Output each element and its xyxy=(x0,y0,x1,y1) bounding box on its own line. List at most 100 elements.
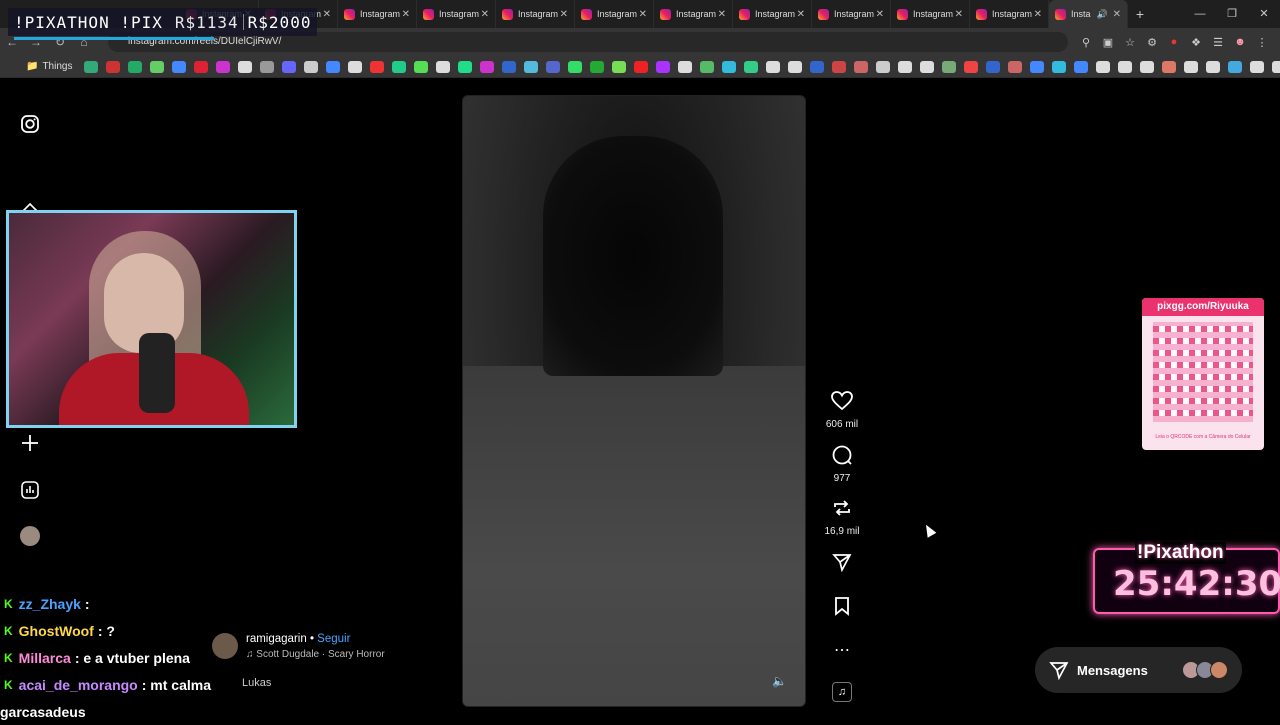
bookmark-favicon-icon[interactable] xyxy=(436,60,451,73)
bookmark-favicon-icon[interactable] xyxy=(546,60,561,73)
tab-close-icon[interactable]: ✕ xyxy=(1113,9,1121,20)
like-button[interactable]: 606 mil xyxy=(820,391,864,430)
tab-close-icon[interactable]: ✕ xyxy=(797,9,805,20)
bookmark-favicon-icon[interactable] xyxy=(414,60,429,73)
browser-tab[interactable]: Instagram✕ xyxy=(338,0,417,28)
browser-tab[interactable]: Instagram✕ xyxy=(496,0,575,28)
bookmark-favicon-icon[interactable] xyxy=(238,60,253,73)
follow-button[interactable]: Seguir xyxy=(317,633,350,645)
tab-close-icon[interactable]: ✕ xyxy=(639,9,647,20)
extensions-puzzle-icon[interactable]: ❖ xyxy=(1188,36,1204,49)
maximize-icon[interactable]: ❐ xyxy=(1216,0,1248,28)
bookmark-favicon-icon[interactable] xyxy=(524,60,539,73)
bookmark-favicon-icon[interactable] xyxy=(216,60,231,73)
repost-button[interactable]: 16,9 mil xyxy=(820,498,864,537)
bookmark-favicon-icon[interactable] xyxy=(634,60,649,73)
bookmark-favicon-icon[interactable] xyxy=(348,60,363,73)
bookmark-favicon-icon[interactable] xyxy=(766,60,781,73)
bookmark-favicon-icon[interactable] xyxy=(1118,60,1133,73)
bookmark-favicon-icon[interactable] xyxy=(788,60,803,73)
profile-avatar[interactable] xyxy=(19,525,41,547)
bookmark-favicon-icon[interactable] xyxy=(898,60,913,73)
extension-red-icon[interactable]: ● xyxy=(1166,36,1182,48)
bookmark-favicon-icon[interactable] xyxy=(128,60,143,73)
create-plus-icon[interactable] xyxy=(19,432,41,454)
tab-close-icon[interactable]: ✕ xyxy=(876,9,884,20)
bookmark-favicon-icon[interactable] xyxy=(1272,60,1280,73)
comment-button[interactable]: 977 xyxy=(820,445,864,484)
bookmark-favicon-icon[interactable] xyxy=(986,60,1001,73)
reel-video[interactable]: 🔈 xyxy=(462,95,806,707)
more-options-button[interactable]: ⋯ xyxy=(820,640,864,660)
share-button[interactable] xyxy=(820,552,864,577)
browser-tab[interactable]: Instagram✕ xyxy=(575,0,654,28)
bookmark-favicon-icon[interactable] xyxy=(854,60,869,73)
bookmark-favicon-icon[interactable] xyxy=(612,60,627,73)
bookmark-favicon-icon[interactable] xyxy=(326,60,341,73)
bookmark-favicon-icon[interactable] xyxy=(1096,60,1111,73)
extension-icon[interactable]: ⚙ xyxy=(1144,36,1160,49)
close-window-icon[interactable]: ✕ xyxy=(1248,0,1280,28)
menu-icon[interactable]: ⋮ xyxy=(1254,36,1270,49)
profile-avatar-icon[interactable]: ☻ xyxy=(1232,36,1248,48)
browser-tab[interactable]: Instagram✕ xyxy=(654,0,733,28)
bookmark-favicon-icon[interactable] xyxy=(370,60,385,73)
bookmark-favicon-icon[interactable] xyxy=(172,60,187,73)
bookmark-favicon-icon[interactable] xyxy=(700,60,715,73)
bookmark-favicon-icon[interactable] xyxy=(1140,60,1155,73)
bookmark-favicon-icon[interactable] xyxy=(1030,60,1045,73)
tab-close-icon[interactable]: ✕ xyxy=(402,9,410,20)
bookmark-favicon-icon[interactable] xyxy=(964,60,979,73)
browser-tab[interactable]: Instagram✕ xyxy=(733,0,812,28)
bookmark-favicon-icon[interactable] xyxy=(568,60,583,73)
bookmark-star-icon[interactable]: ☆ xyxy=(1122,36,1138,49)
install-icon[interactable]: ▣ xyxy=(1100,36,1116,49)
minimize-icon[interactable]: — xyxy=(1184,0,1216,28)
bookmark-favicon-icon[interactable] xyxy=(194,60,209,73)
bookmark-favicon-icon[interactable] xyxy=(84,60,99,73)
bookmark-favicon-icon[interactable] xyxy=(260,60,275,73)
bookmark-favicon-icon[interactable] xyxy=(282,60,297,73)
bookmark-favicon-icon[interactable] xyxy=(590,60,605,73)
bookmark-favicon-icon[interactable] xyxy=(656,60,671,73)
bookmark-favicon-icon[interactable] xyxy=(1074,60,1089,73)
browser-tab[interactable]: Instagram✕ xyxy=(417,0,496,28)
bookmark-favicon-icon[interactable] xyxy=(876,60,891,73)
bookmark-favicon-icon[interactable] xyxy=(458,60,473,73)
audio-button[interactable]: ♫ xyxy=(820,682,864,702)
bookmark-favicon-icon[interactable] xyxy=(722,60,737,73)
browser-tab[interactable]: Insta 🔊 ✕ xyxy=(1049,0,1128,28)
bookmark-favicon-icon[interactable] xyxy=(810,60,825,73)
new-tab-button[interactable]: + xyxy=(1128,6,1152,22)
bookmark-favicon-icon[interactable] xyxy=(678,60,693,73)
instagram-logo-icon[interactable] xyxy=(19,113,41,135)
tab-close-icon[interactable]: ✕ xyxy=(955,9,963,20)
zoom-icon[interactable]: ⚲ xyxy=(1078,36,1094,49)
media-icon[interactable]: ☰ xyxy=(1210,36,1226,49)
bookmark-favicon-icon[interactable] xyxy=(150,60,165,73)
tab-close-icon[interactable]: ✕ xyxy=(718,9,726,20)
bookmark-favicon-icon[interactable] xyxy=(1206,60,1221,73)
bookmark-favicon-icon[interactable] xyxy=(942,60,957,73)
save-button[interactable] xyxy=(820,596,864,621)
bookmark-favicon-icon[interactable] xyxy=(1052,60,1067,73)
bookmark-favicon-icon[interactable] xyxy=(502,60,517,73)
bookmark-favicon-icon[interactable] xyxy=(920,60,935,73)
bookmark-favicon-icon[interactable] xyxy=(106,60,121,73)
bookmark-favicon-icon[interactable] xyxy=(1184,60,1199,73)
bookmark-favicon-icon[interactable] xyxy=(392,60,407,73)
speaker-icon[interactable]: 🔈 xyxy=(772,674,787,688)
browser-tab[interactable]: Instagram✕ xyxy=(891,0,970,28)
bookmark-folder[interactable]: 📁 Things xyxy=(26,61,72,72)
bookmark-favicon-icon[interactable] xyxy=(1250,60,1265,73)
browser-tab[interactable]: Instagram✕ xyxy=(812,0,891,28)
tab-close-icon[interactable]: ✕ xyxy=(560,9,568,20)
bookmark-favicon-icon[interactable] xyxy=(1228,60,1243,73)
bookmark-favicon-icon[interactable] xyxy=(1008,60,1023,73)
bookmark-favicon-icon[interactable] xyxy=(1162,60,1177,73)
insights-icon[interactable] xyxy=(19,479,41,501)
bookmark-favicon-icon[interactable] xyxy=(744,60,759,73)
bookmark-favicon-icon[interactable] xyxy=(832,60,847,73)
tab-close-icon[interactable]: ✕ xyxy=(323,9,331,20)
tab-audio-icon[interactable]: 🔊 xyxy=(1097,9,1108,20)
